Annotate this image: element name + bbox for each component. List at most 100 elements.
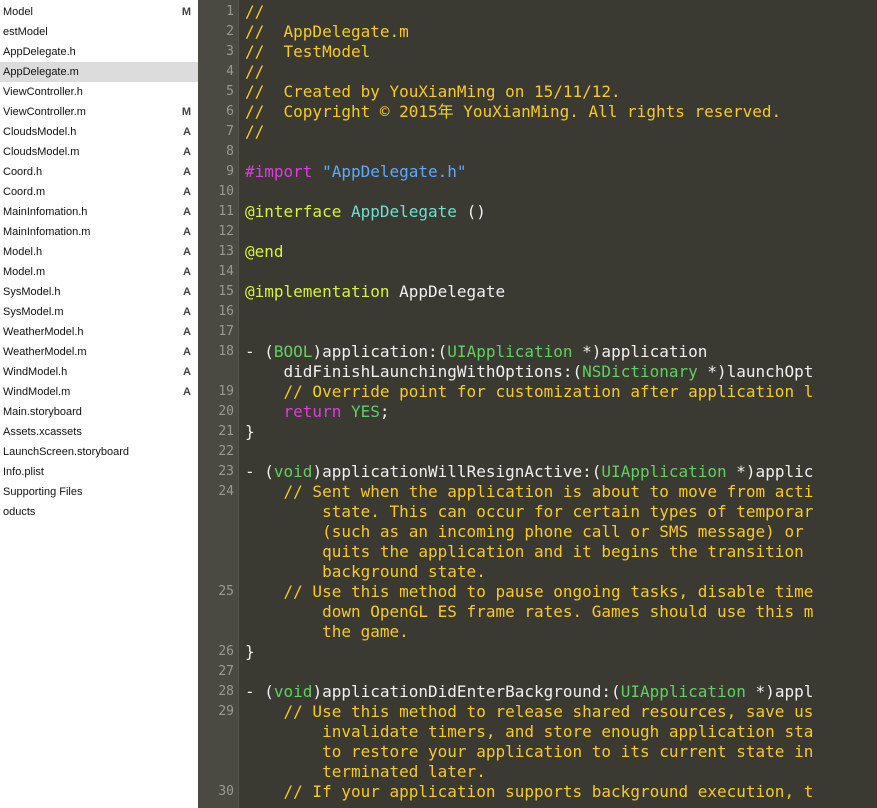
code-line[interactable]: (such as an incoming phone call or SMS m… — [245, 522, 804, 542]
navigator-file-item[interactable]: Assets.xcassets — [0, 422, 198, 442]
code-token: state. This can occur for certain types … — [245, 502, 814, 521]
navigator-file-item[interactable]: oducts — [0, 502, 198, 522]
navigator-file-label: AppDelegate.m — [3, 66, 79, 78]
line-number: 4 — [226, 64, 234, 79]
code-line[interactable]: - (BOOL)application:(UIApplication *)app… — [245, 342, 707, 362]
code-line[interactable]: @end — [245, 242, 284, 262]
code-line[interactable]: #import "AppDelegate.h" — [245, 162, 467, 182]
navigator-file-label: Model — [3, 6, 33, 18]
navigator-file-label: CloudsModel.h — [3, 126, 77, 138]
navigator-file-item[interactable]: estModel — [0, 22, 198, 42]
code-line[interactable]: // If your application supports backgrou… — [245, 782, 814, 802]
code-line[interactable]: the game. — [245, 622, 409, 642]
code-line[interactable]: // Override point for customization afte… — [245, 382, 814, 402]
code-token: return — [283, 402, 342, 421]
line-number: 16 — [218, 304, 234, 319]
code-token: } — [245, 422, 255, 441]
navigator-file-item[interactable]: ViewController.m M — [0, 102, 198, 122]
navigator-file-item[interactable]: CloudsModel.h A — [0, 122, 198, 142]
code-line[interactable]: } — [245, 642, 255, 662]
code-token: // Created by YouXianMing on 15/11/12. — [245, 82, 621, 101]
navigator-file-item[interactable]: CloudsModel.m A — [0, 142, 198, 162]
navigator-file-label: SysModel.m — [3, 306, 64, 318]
line-number: 11 — [218, 204, 234, 219]
code-token: )application:( — [312, 342, 448, 361]
line-number: 22 — [218, 444, 234, 459]
navigator-file-item[interactable]: AppDelegate.h — [0, 42, 198, 62]
code-line[interactable]: // AppDelegate.m — [245, 22, 409, 42]
code-line[interactable]: // — [245, 62, 264, 82]
navigator-file-label: SysModel.h — [3, 286, 61, 298]
navigator-file-item[interactable]: LaunchScreen.storyboard — [0, 442, 198, 462]
line-number: 30 — [218, 784, 234, 799]
code-line[interactable]: down OpenGL ES frame rates. Games should… — [245, 602, 813, 622]
code-token: - ( — [245, 462, 274, 481]
code-line[interactable]: - (void)applicationDidEnterBackground:(U… — [245, 682, 813, 702]
scm-status-badge: A — [183, 166, 191, 178]
navigator-file-item[interactable]: Model.m A — [0, 262, 198, 282]
navigator-file-item[interactable]: SysModel.m A — [0, 302, 198, 322]
line-number: 20 — [218, 404, 234, 419]
line-number: 15 — [218, 284, 234, 299]
navigator-file-item[interactable]: Main.storyboard — [0, 402, 198, 422]
code-line[interactable]: background state. — [245, 562, 486, 582]
navigator-file-label: oducts — [3, 506, 36, 518]
code-line[interactable]: } — [245, 422, 255, 442]
navigator-file-label: CloudsModel.m — [3, 146, 80, 158]
code-token: // Sent when the application is about to… — [245, 482, 814, 501]
line-number: 12 — [218, 224, 234, 239]
navigator-file-item[interactable]: WindModel.h A — [0, 362, 198, 382]
code-line[interactable]: // — [245, 122, 264, 142]
code-line[interactable]: // Use this method to pause ongoing task… — [245, 582, 814, 602]
code-token: // — [245, 122, 265, 141]
navigator-file-item[interactable]: Model.h A — [0, 242, 198, 262]
code-line[interactable]: quits the application and it begins the … — [245, 542, 804, 562]
code-line[interactable]: state. This can occur for certain types … — [245, 502, 813, 522]
line-number: 19 — [218, 384, 234, 399]
code-token: background state. — [245, 562, 486, 581]
code-line[interactable]: // — [245, 2, 264, 22]
navigator-file-item[interactable]: SysModel.h A — [0, 282, 198, 302]
line-number: 29 — [218, 704, 234, 719]
code-line[interactable]: // Use this method to release shared res… — [245, 702, 814, 722]
code-token: - ( — [245, 682, 274, 701]
line-number: 18 — [218, 344, 234, 359]
line-number: 2 — [226, 24, 234, 39]
code-line[interactable]: to restore your application to its curre… — [245, 742, 813, 762]
code-line[interactable]: - (void)applicationWillResignActive:(UIA… — [245, 462, 813, 482]
navigator-file-label: MainInfomation.m — [3, 226, 91, 238]
navigator-file-item[interactable]: Model M — [0, 2, 198, 22]
navigator-file-label: Coord.h — [3, 166, 43, 178]
navigator-file-label: LaunchScreen.storyboard — [3, 446, 129, 458]
navigator-file-item[interactable]: WindModel.m A — [0, 382, 198, 402]
code-line[interactable]: // Copyright © 2015年 YouXianMing. All ri… — [245, 102, 781, 122]
code-line[interactable]: // Sent when the application is about to… — [245, 482, 814, 502]
line-number: 10 — [218, 184, 234, 199]
navigator-file-item[interactable]: WeatherModel.h A — [0, 322, 198, 342]
navigator-file-item[interactable]: AppDelegate.m — [0, 62, 198, 82]
code-line[interactable]: @implementation AppDelegate — [245, 282, 505, 302]
navigator-file-item[interactable]: Coord.h A — [0, 162, 198, 182]
code-editor[interactable]: 1 2 3 4 5 6 7 8 9 10 11 12 13 14 15 16 17 18 19 20 21 22 23 24 2… — [198, 0, 877, 808]
code-line[interactable]: invalidate timers, and store enough appl… — [245, 722, 813, 742]
code-line[interactable]: didFinishLaunchingWithOptions:(NSDiction… — [245, 362, 814, 382]
code-line[interactable]: return YES; — [245, 402, 390, 422]
scm-status-badge: A — [183, 126, 191, 138]
line-number: 23 — [218, 464, 234, 479]
scm-status-badge: A — [183, 146, 191, 158]
navigator-file-item[interactable]: WeatherModel.m A — [0, 342, 198, 362]
code-line[interactable]: // TestModel — [245, 42, 370, 62]
code-line[interactable]: @interface AppDelegate () — [245, 202, 486, 222]
navigator-file-item[interactable]: Info.plist — [0, 462, 198, 482]
scm-status-badge: A — [183, 326, 191, 338]
code-token: NSDictionary — [582, 362, 698, 381]
code-token: - ( — [245, 342, 274, 361]
navigator-file-item[interactable]: ViewController.h — [0, 82, 198, 102]
navigator-file-item[interactable]: MainInfomation.h A — [0, 202, 198, 222]
navigator-file-item[interactable]: Coord.m A — [0, 182, 198, 202]
navigator-file-item[interactable]: Supporting Files — [0, 482, 198, 502]
code-line[interactable]: terminated later. — [245, 762, 486, 782]
code-line[interactable]: // Created by YouXianMing on 15/11/12. — [245, 82, 621, 102]
navigator-file-item[interactable]: MainInfomation.m A — [0, 222, 198, 242]
